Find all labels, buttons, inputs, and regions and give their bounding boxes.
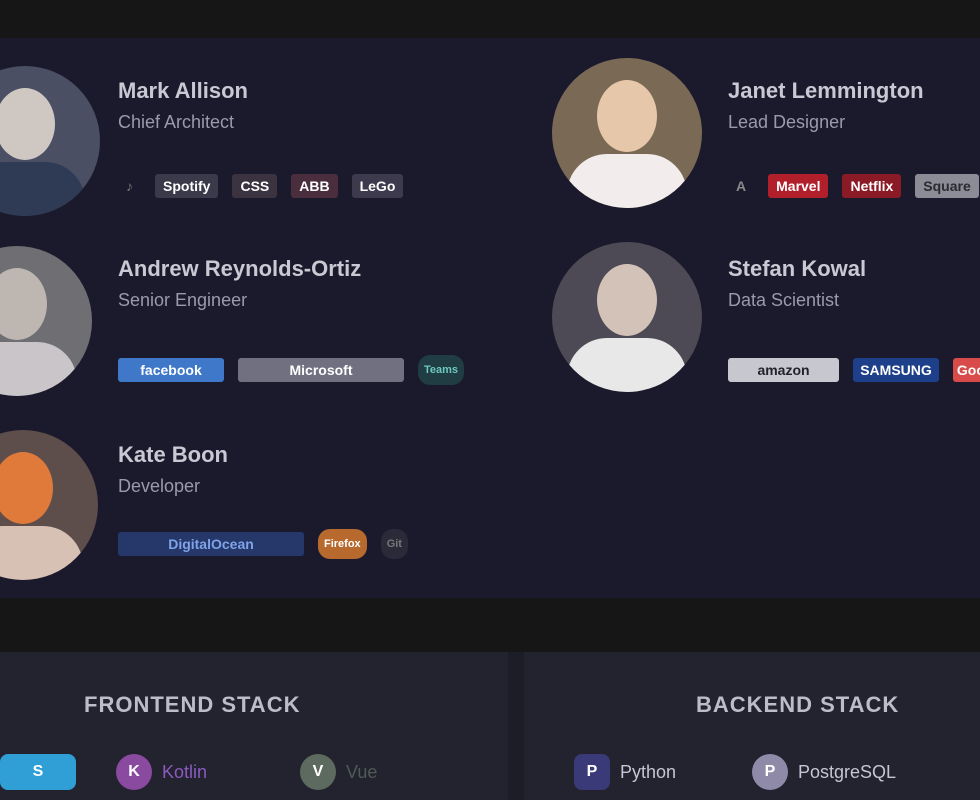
chip-label: PostgreSQL [798,761,897,782]
team-card[interactable]: Andrew Reynolds-Ortiz Senior Engineer fa… [0,228,520,408]
chip-label: Vue [346,761,378,782]
frontend-stack-title: FRONTEND STACK [84,692,301,717]
logo: Netflix [842,174,902,198]
logo: SAMSUNG [853,358,939,382]
logo: Firefox [318,529,367,559]
stack-chip-postgresql[interactable]: P PostgreSQL [752,752,896,792]
tech-stack-footer: FRONTEND STACK BACKEND STACK S K Kotlin … [0,652,980,800]
chip-label: Python [620,761,677,782]
company-logos: DigitalOcean Firefox Git [118,526,408,562]
stack-chip-kotlin[interactable]: K Kotlin [116,752,207,792]
top-bar [0,0,980,38]
team-card[interactable]: Stefan Kowal Data Scientist amazon SAMSU… [540,228,980,408]
team-panel: Mark Allison Chief Architect ♪ Spotify C… [0,38,980,598]
logo: CSS [232,174,278,198]
member-name: Mark Allison [118,78,248,103]
logo: DigitalOcean [118,532,304,556]
logo: amazon [728,358,839,382]
team-card[interactable]: Janet Lemmington Lead Designer A Marvel … [540,38,980,228]
team-card[interactable]: Kate Boon Developer DigitalOcean Firefox… [0,408,520,598]
backend-stack-title: BACKEND STACK [696,692,900,717]
member-role: Data Scientist [728,290,840,310]
team-card[interactable]: Mark Allison Chief Architect ♪ Spotify C… [0,38,520,228]
logo: Google [953,358,980,382]
logo: Spotify [155,174,219,198]
member-name: Kate Boon [118,442,228,467]
logo: Microsoft [238,358,404,382]
stack-chip-vue[interactable]: V Vue [300,752,377,792]
member-role: Lead Designer [728,112,846,132]
stack-chip-swift[interactable]: S [0,752,76,792]
chip-label: Kotlin [162,761,208,782]
member-role: Senior Engineer [118,290,248,310]
member-name: Janet Lemmington [728,78,924,103]
avatar [0,66,100,216]
avatar [552,58,702,208]
postgresql-icon: P [752,754,788,790]
kotlin-icon: K [116,754,152,790]
logo: Teams [418,355,465,385]
logo: Square [915,174,979,198]
company-logos: ♪ Spotify CSS ABB LeGo [118,168,404,204]
member-name: Stefan Kowal [728,256,867,281]
divider [508,652,524,800]
python-icon: P [574,754,610,790]
member-name: Andrew Reynolds-Ortiz [118,256,362,281]
avatar [0,246,92,396]
avatar [0,430,98,580]
logo: A [736,178,747,194]
section-gap [0,598,980,652]
vue-icon: V [300,754,336,790]
swift-icon: S [0,754,76,790]
logo: facebook [118,358,224,382]
logo: ♪ [126,178,133,194]
avatar [552,242,702,392]
member-role: Chief Architect [118,112,235,132]
logo: LeGo [351,174,404,198]
company-logos: facebook Microsoft Teams [118,352,465,388]
member-role: Developer [118,476,201,496]
stack-chip-python[interactable]: P Python [574,752,676,792]
logo: Git [380,529,408,559]
logo: ABB [291,174,338,198]
logo: Marvel [768,174,829,198]
company-logos: A Marvel Netflix Square [728,168,979,204]
company-logos: amazon SAMSUNG Google [728,352,980,388]
